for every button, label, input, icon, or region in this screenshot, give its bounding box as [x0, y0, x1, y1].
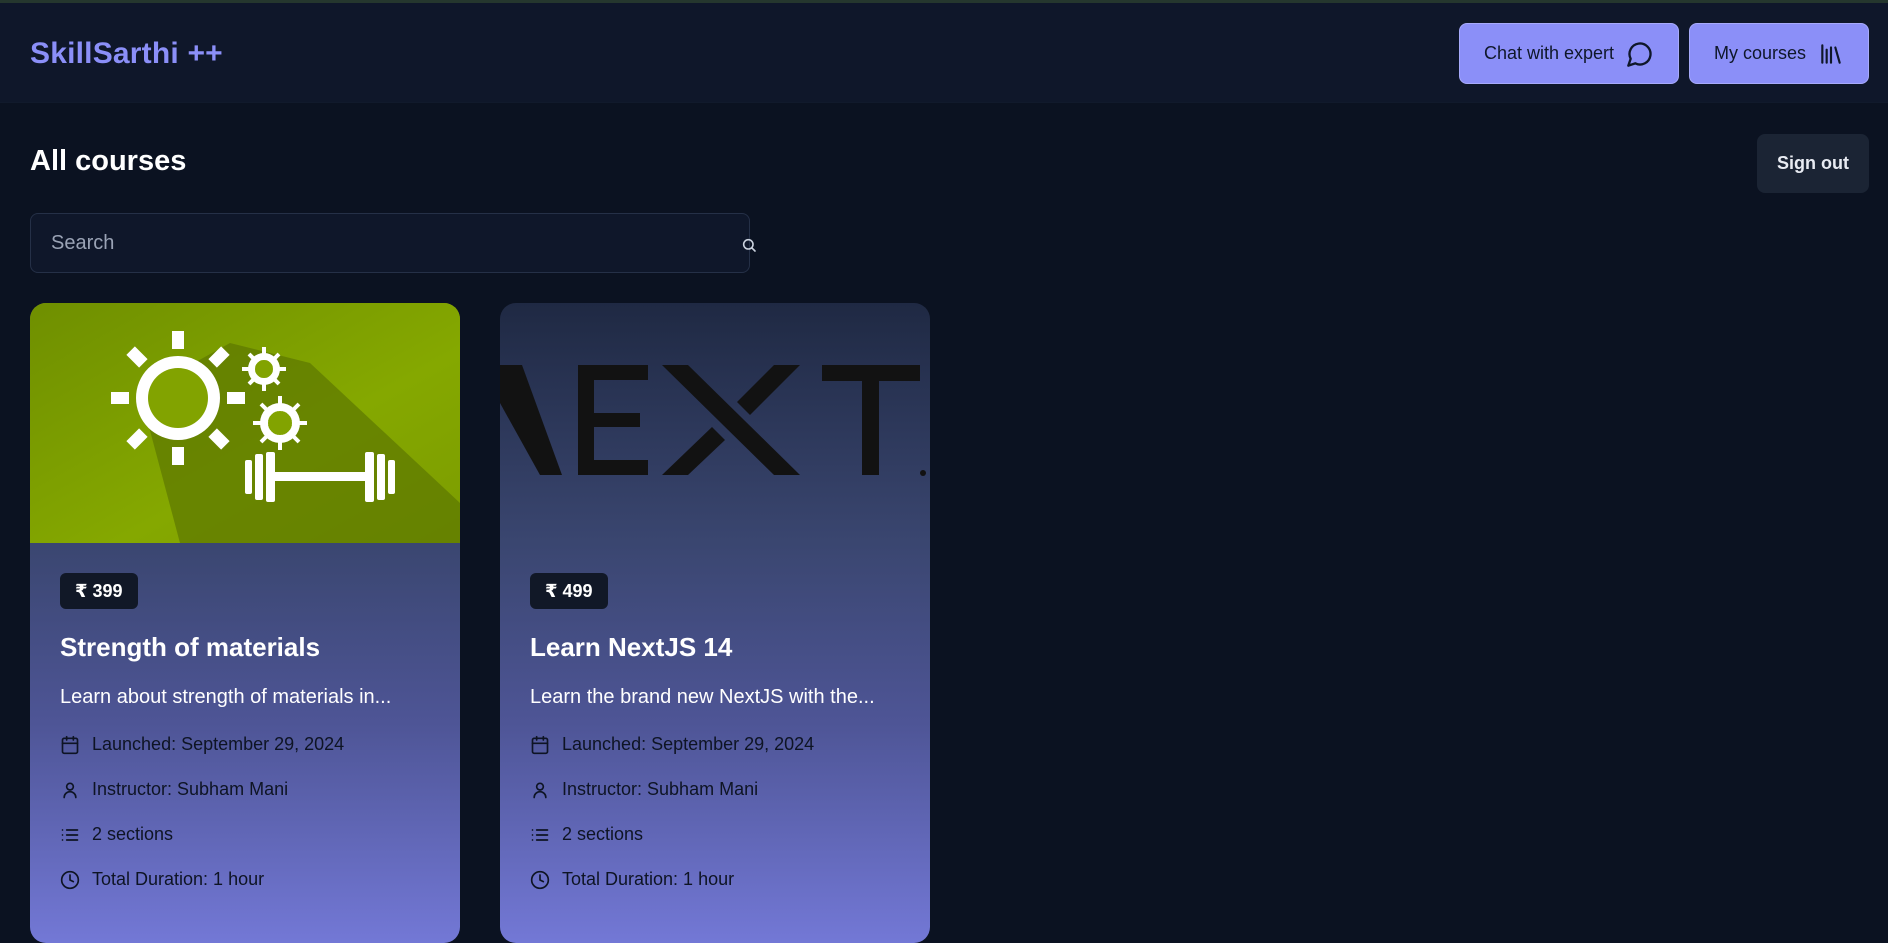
list-icon: [61, 828, 79, 841]
instructor-text: Instructor: Subham Mani: [92, 779, 289, 799]
list-icon: [531, 828, 549, 841]
sections-text: 2 sections: [562, 824, 644, 844]
instructor-text: Instructor: Subham Mani: [562, 779, 759, 799]
clock-icon: [60, 870, 80, 889]
sections-row: 2 sections: [530, 824, 643, 845]
search-icon[interactable]: [741, 237, 757, 253]
sign-out-button[interactable]: Sign out: [1757, 134, 1869, 193]
search-input[interactable]: [31, 214, 691, 272]
my-courses-button[interactable]: My courses: [1689, 23, 1869, 84]
top-navbar: SkillSarthi ++ Chat with expert My cours…: [0, 3, 1888, 103]
my-courses-label: My courses: [1713, 43, 1807, 63]
calendar-icon: [531, 735, 549, 754]
search-box: [30, 213, 756, 273]
instructor-row: Instructor: Subham Mani: [530, 779, 758, 800]
user-icon: [63, 782, 77, 798]
sections-text: 2 sections: [92, 824, 174, 844]
course-title: Learn NextJS 14: [530, 632, 733, 662]
launch-date-text: Launched: September 29, 2024: [562, 734, 815, 754]
price-badge: ₹ 399: [60, 573, 138, 609]
clock-icon: [530, 870, 550, 889]
course-card[interactable]: ₹ 399 Strength of materials Learn about …: [30, 303, 460, 943]
course-card[interactable]: ₹ 499 Learn NextJS 14 Learn the brand ne…: [500, 303, 930, 943]
duration-text: Total Duration: 1 hour: [92, 869, 265, 889]
user-icon: [533, 782, 547, 798]
chat-bubble-icon: [1627, 41, 1652, 67]
course-description: Learn about strength of materials in...: [60, 686, 392, 708]
sections-row: 2 sections: [60, 824, 173, 845]
launch-date-text: Launched: September 29, 2024: [92, 734, 345, 754]
course-description: Learn the brand new NextJS with the...: [530, 686, 875, 708]
course-title: Strength of materials: [60, 632, 321, 662]
brand-logo[interactable]: SkillSarthi ++: [30, 37, 223, 71]
page-title: All courses: [30, 145, 187, 177]
price-badge: ₹ 499: [530, 573, 608, 609]
chat-with-expert-label: Chat with expert: [1483, 43, 1615, 63]
library-icon: [1821, 43, 1841, 64]
nextjs-logo-image: [500, 303, 930, 543]
duration-row: Total Duration: 1 hour: [530, 869, 734, 890]
duration-row: Total Duration: 1 hour: [60, 869, 264, 890]
instructor-row: Instructor: Subham Mani: [60, 779, 288, 800]
launch-date-row: Launched: September 29, 2024: [530, 734, 814, 755]
calendar-icon: [61, 735, 79, 754]
duration-text: Total Duration: 1 hour: [562, 869, 735, 889]
launch-date-row: Launched: September 29, 2024: [60, 734, 344, 755]
gears-and-dumbbell-image: [30, 303, 460, 543]
chat-with-expert-button[interactable]: Chat with expert: [1459, 23, 1679, 84]
